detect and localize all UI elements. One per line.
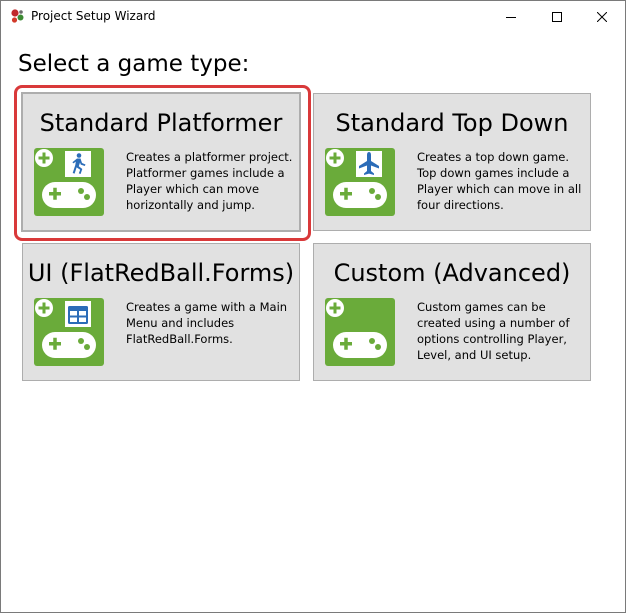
custom-gamepad-icon (323, 296, 397, 368)
close-icon (597, 11, 607, 22)
card-description: Creates a top down game. Top down games … (417, 150, 582, 212)
minimize-button[interactable] (488, 1, 534, 32)
card-title: Standard Platformer (39, 109, 283, 137)
close-button[interactable] (579, 1, 625, 32)
game-type-card-topdown[interactable]: Standard Top Down Creates a top down gam… (313, 93, 591, 231)
minimize-icon (506, 12, 516, 22)
maximize-icon (552, 11, 562, 22)
wizard-window: Project Setup Wizard Select a game type:… (0, 0, 626, 613)
card-title: Standard Top Down (335, 109, 569, 137)
window-grid-icon (68, 306, 88, 324)
card-title: Custom (Advanced) (333, 259, 571, 287)
game-type-card-custom[interactable]: Custom (Advanced) Custom games can be cr… (313, 243, 591, 381)
window-title: Project Setup Wizard (31, 9, 156, 23)
maximize-button[interactable] (534, 1, 580, 32)
flatredball-logo-icon (10, 8, 26, 24)
card-title: UI (FlatRedBall.Forms) (27, 259, 295, 287)
platformer-gamepad-icon (32, 146, 106, 218)
game-type-card-ui[interactable]: UI (FlatRedBall.Forms) Creates a game wi… (22, 243, 300, 381)
title-bar[interactable]: Project Setup Wizard (1, 1, 625, 32)
ui-gamepad-icon (32, 296, 106, 368)
card-description: Creates a game with a Main Menu and incl… (126, 300, 288, 346)
topdown-gamepad-icon (323, 146, 397, 218)
game-type-card-platformer[interactable]: Standard Platformer Creates a platformer… (22, 93, 300, 231)
page-heading: Select a game type: (18, 51, 250, 77)
card-description: Creates a platformer project. Platformer… (126, 150, 293, 212)
card-description: Custom games can be created using a numb… (417, 300, 570, 362)
